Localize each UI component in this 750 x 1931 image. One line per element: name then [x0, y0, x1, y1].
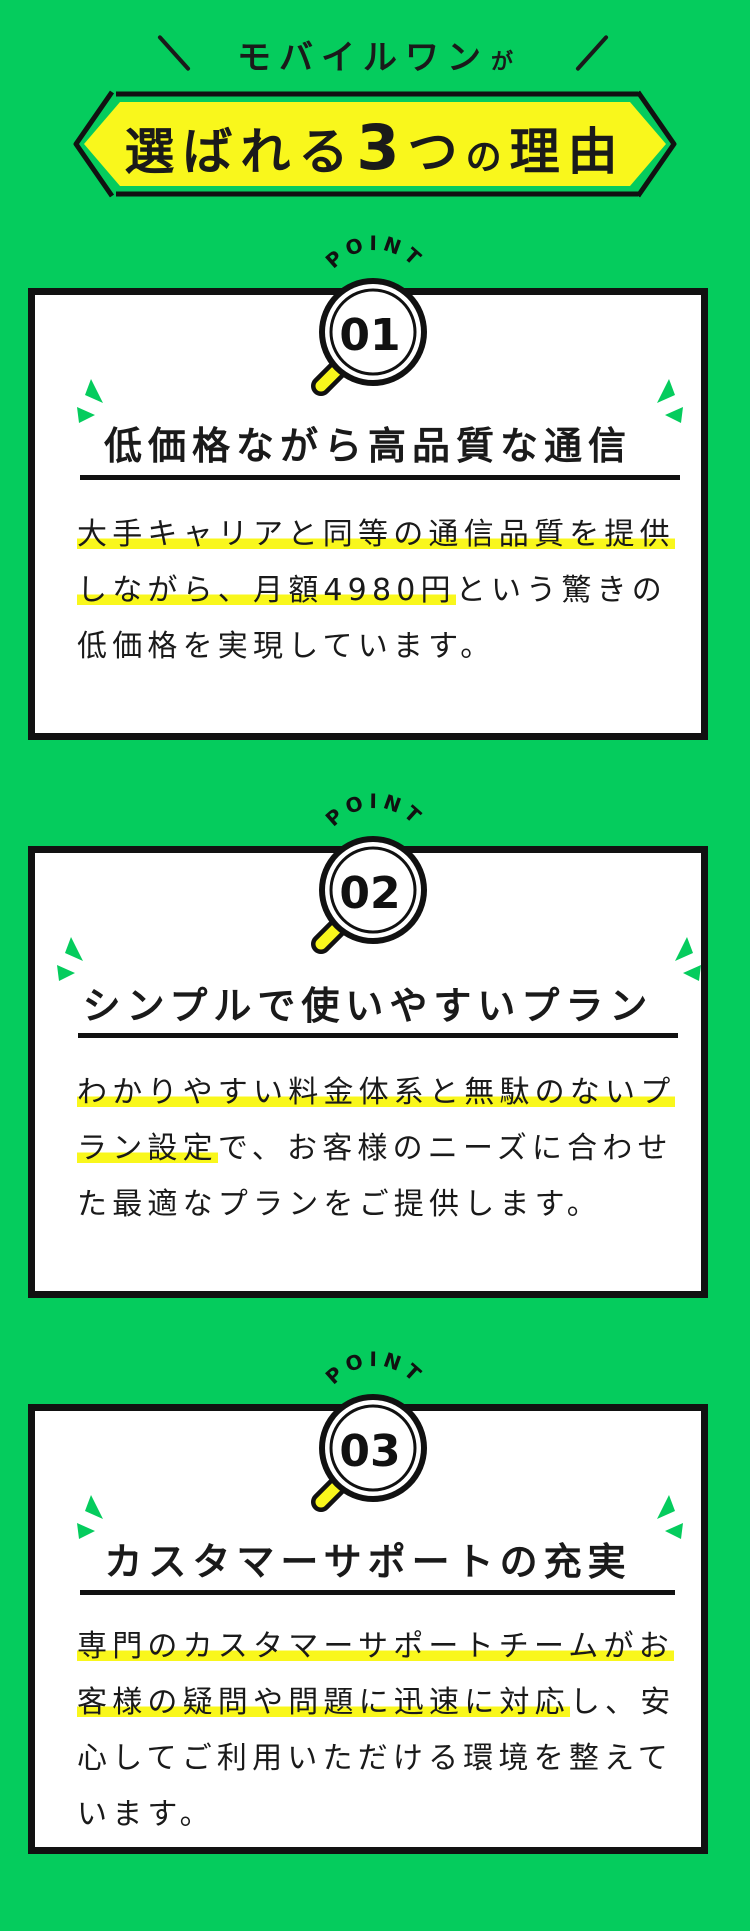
point-badge-2: POINT 02 [305, 790, 445, 960]
point-badge-1: POINT 01 [305, 232, 445, 402]
page-title: 選ばれる3つの理由 [124, 111, 626, 184]
brand-name: モバイルワン [236, 38, 489, 78]
point-number: 02 [339, 868, 401, 919]
title-underline [80, 475, 680, 480]
section-header: モバイルワンが 選ばれる3つの理由 [0, 0, 750, 210]
point-label: POINT [321, 790, 430, 831]
point-badge-3: POINT 03 [305, 1348, 445, 1518]
title-underline [80, 1590, 675, 1595]
subtitle-row: モバイルワンが [0, 22, 750, 82]
point-number: 01 [339, 310, 401, 361]
title-underline [78, 1033, 678, 1038]
point-label: POINT [321, 232, 430, 273]
point-description: 大手キャリアと同等の通信品質を提供しながら、月額4980円という驚きの低価格を実… [77, 507, 677, 675]
point-title: 低価格ながら高品質な通信 [103, 424, 632, 468]
point-number: 03 [339, 1426, 401, 1477]
brand-subtitle: モバイルワンが [0, 30, 750, 79]
point-title: カスタマーサポートの充実 [104, 1540, 632, 1584]
point-label: POINT [321, 1348, 430, 1389]
subtitle-particle: が [490, 50, 513, 75]
point-description: わかりやすい料金体系と無駄のないプラン設定で、お客様のニーズに合わせた最適なプラ… [77, 1065, 677, 1233]
point-description: 専門のカスタマーサポートチームがお客様の疑問や問題に迅速に対応し、安心してご利用… [77, 1619, 677, 1843]
point-title: シンプルで使いやすいプラン [82, 984, 654, 1028]
